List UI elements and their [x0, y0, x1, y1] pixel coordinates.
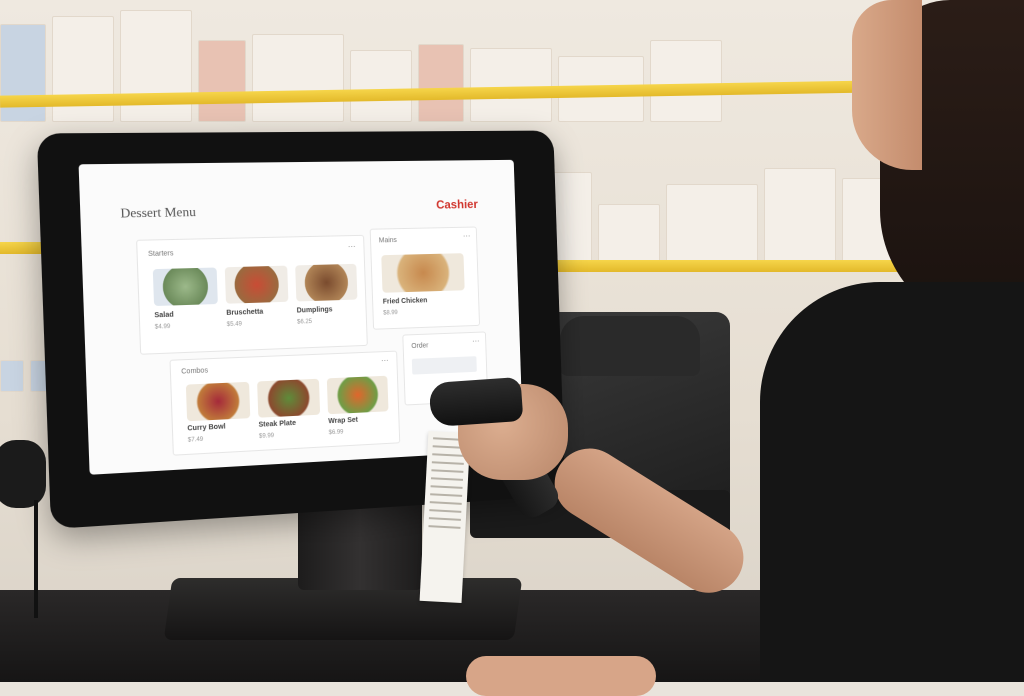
- menu-item-price: $4.99: [155, 324, 171, 331]
- menu-panel-starters: Starters ⋯ Salad $4.99 Bruschetta $5.49 …: [136, 235, 368, 355]
- pos-screen: Dessert Menu Cashier Starters ⋯ Salad $4…: [79, 160, 524, 475]
- middle-shelf-products: [520, 168, 904, 266]
- menu-item-fried-chicken[interactable]: [381, 253, 464, 293]
- menu-item-steak-plate[interactable]: [257, 379, 320, 418]
- menu-item-dumplings[interactable]: [295, 264, 357, 302]
- menu-item-price: $9.99: [259, 433, 274, 440]
- person-body: [760, 282, 1024, 682]
- more-icon[interactable]: ⋯: [381, 356, 389, 365]
- panel-label: Starters: [148, 250, 174, 258]
- person-face: [852, 0, 922, 170]
- menu-item-name: Salad: [154, 312, 174, 320]
- menu-item-price: $6.99: [329, 429, 344, 436]
- menu-item-price: $7.49: [188, 437, 204, 444]
- handset-cord: [34, 500, 38, 618]
- panel-label: Order: [411, 342, 428, 350]
- more-icon[interactable]: ⋯: [472, 337, 480, 346]
- menu-item-price: $6.25: [297, 319, 312, 326]
- person-lower-hand: [466, 656, 656, 696]
- panel-label: Mains: [379, 237, 397, 244]
- menu-item-name: Wrap Set: [328, 417, 358, 425]
- menu-item-salad[interactable]: [153, 267, 218, 306]
- menu-item-name: Bruschetta: [226, 309, 263, 317]
- panel-label: Combos: [181, 367, 208, 375]
- printer-cover: [560, 316, 700, 376]
- screen-title: Dessert Menu: [120, 204, 196, 222]
- menu-item-bruschetta[interactable]: [225, 266, 289, 304]
- more-icon[interactable]: ⋯: [348, 242, 356, 251]
- menu-item-name: Curry Bowl: [187, 423, 225, 432]
- screen-brand: Cashier: [436, 197, 478, 211]
- menu-item-curry-bowl[interactable]: [186, 382, 250, 421]
- menu-panel-mains: Mains ⋯ Fried Chicken $8.99: [370, 227, 480, 330]
- order-line: [412, 356, 477, 374]
- menu-item-price: $8.99: [383, 310, 398, 316]
- barcode-scanner: [429, 377, 524, 427]
- menu-item-price: $5.49: [227, 321, 242, 328]
- more-icon[interactable]: ⋯: [463, 232, 471, 241]
- menu-panel-combos: Combos ⋯ Curry Bowl $7.49 Steak Plate $9…: [169, 351, 400, 456]
- phone-handset: [0, 440, 46, 508]
- menu-item-name: Fried Chicken: [383, 297, 428, 305]
- menu-item-name: Steak Plate: [258, 420, 296, 429]
- menu-item-wrap-set[interactable]: [327, 376, 389, 415]
- menu-item-name: Dumplings: [297, 306, 333, 314]
